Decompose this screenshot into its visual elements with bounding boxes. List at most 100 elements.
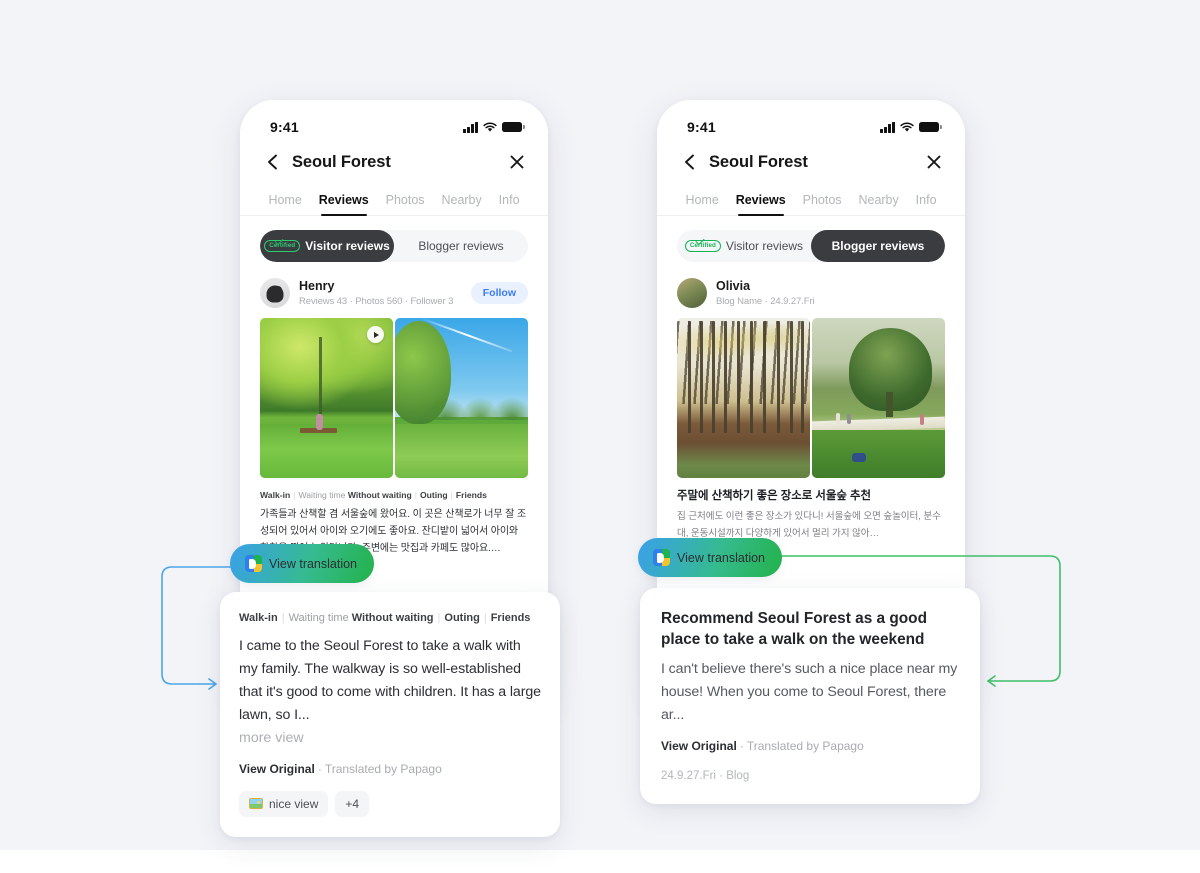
- page-stage: 9:41 Seoul Forest Home Reviews Photos Ne…: [0, 0, 1200, 873]
- reviewer-meta: Henry Reviews 43 · Photos 560 · Follower…: [299, 279, 462, 308]
- tab-bar: Home Reviews Photos Nearby Info: [240, 182, 548, 216]
- more-view-link[interactable]: more view: [239, 727, 541, 750]
- status-time: 9:41: [687, 119, 716, 135]
- battery-full-icon: [919, 121, 942, 133]
- tab-nearby[interactable]: Nearby: [850, 193, 907, 215]
- review-tags: nice view +4: [239, 790, 541, 817]
- reviewer-row: Henry Reviews 43 · Photos 560 · Follower…: [240, 262, 548, 318]
- segment-blogger-reviews[interactable]: Blogger reviews: [394, 230, 528, 262]
- translated-review-card-right: Recommend Seoul Forest as a good place t…: [640, 588, 980, 804]
- translated-blog-title: Recommend Seoul Forest as a good place t…: [661, 610, 927, 649]
- blog-title-korean: 주말에 산책하기 좋은 장소로 서울숲 추천: [677, 490, 871, 502]
- avatar[interactable]: [260, 278, 290, 308]
- big-tree-lawn-photo[interactable]: [812, 318, 945, 478]
- tab-nearby[interactable]: Nearby: [433, 193, 490, 215]
- translation-footer: View Original · Translated by Papago: [239, 762, 541, 776]
- keyword-outing: Outing: [419, 490, 448, 500]
- cellular-bars-icon: [463, 121, 478, 133]
- segmented-control: Certified Visitor reviews Blogger review…: [260, 230, 528, 262]
- keyword-outing: Outing: [444, 612, 480, 624]
- status-time: 9:41: [270, 119, 299, 135]
- reviewer-name: Olivia: [716, 278, 751, 293]
- willow-park-photo[interactable]: [260, 318, 393, 478]
- tab-home[interactable]: Home: [677, 193, 727, 215]
- tab-photos[interactable]: Photos: [794, 193, 850, 215]
- certified-badge-icon: Certified: [684, 240, 721, 252]
- connector-arrowhead-left: [208, 678, 217, 690]
- close-icon[interactable]: [508, 153, 526, 171]
- view-translation-button-left[interactable]: View translation: [230, 544, 374, 583]
- page-title: Seoul Forest: [709, 152, 808, 171]
- translated-by-label: Translated by Papago: [746, 738, 864, 753]
- bottom-white-strip: [0, 850, 1200, 873]
- view-translation-label: View translation: [677, 550, 766, 565]
- tab-home[interactable]: Home: [260, 193, 310, 215]
- translated-keywords: Walk-in | Waiting time Without waiting | Out…: [239, 612, 531, 624]
- tag-more-count[interactable]: +4: [335, 790, 370, 817]
- segmented-control: Certified Visitor reviews Blogger review…: [677, 230, 945, 262]
- segmented-control-wrap: Certified Visitor reviews Blogger review…: [240, 216, 548, 262]
- footer-separator: ·: [739, 738, 744, 753]
- segment-visitor-reviews[interactable]: Certified Visitor reviews: [260, 230, 394, 262]
- review-keywords: Walk-in | Waiting time Without waiting | Out…: [260, 490, 487, 500]
- view-original-link[interactable]: View Original: [661, 739, 737, 753]
- segment-blogger-label: Blogger reviews: [418, 239, 504, 253]
- segment-blogger-label: Blogger reviews: [831, 239, 925, 253]
- follow-button[interactable]: Follow: [470, 282, 528, 304]
- wifi-icon: [900, 122, 914, 132]
- tab-info[interactable]: Info: [907, 193, 945, 215]
- papago-translate-icon: [245, 555, 262, 572]
- cellular-bars-icon: [880, 121, 895, 133]
- landscape-emoji-icon: [249, 798, 263, 809]
- segmented-control-wrap: Certified Visitor reviews Blogger review…: [657, 216, 965, 262]
- translated-review-text: I came to the Seoul Forest to take a wal…: [239, 637, 541, 723]
- blog-date-meta: 24.9.27.Fri · Blog: [661, 769, 750, 782]
- view-original-link[interactable]: View Original: [239, 762, 315, 776]
- translation-footer: View Original · Translated by Papago: [661, 739, 959, 753]
- tab-info[interactable]: Info: [490, 193, 528, 215]
- status-icons: [880, 121, 942, 133]
- footer-separator: ·: [317, 761, 322, 776]
- tab-reviews[interactable]: Reviews: [727, 193, 794, 215]
- close-icon[interactable]: [925, 153, 943, 171]
- certified-badge-icon: Certified: [264, 240, 301, 252]
- status-bar: 9:41: [240, 100, 548, 142]
- segment-blogger-reviews[interactable]: Blogger reviews: [811, 230, 945, 262]
- papago-translate-icon: [653, 549, 670, 566]
- blue-sky-lawn-photo[interactable]: [395, 318, 528, 478]
- connector-arrowhead-right: [987, 675, 996, 687]
- status-icons: [463, 121, 525, 133]
- status-bar: 9:41: [657, 100, 965, 142]
- view-translation-button-right[interactable]: View translation: [638, 538, 782, 577]
- tab-reviews[interactable]: Reviews: [310, 193, 377, 215]
- chevron-left-icon[interactable]: [681, 153, 699, 171]
- battery-full-icon: [502, 121, 525, 133]
- reviewer-blog-meta: Blog Name · 24.9.27.Fri: [716, 296, 815, 308]
- translated-blog-excerpt: I can't believe there's such a nice plac…: [661, 660, 958, 723]
- segment-visitor-label: Visitor reviews: [305, 239, 390, 253]
- reviewer-meta: Olivia Blog Name · 24.9.27.Fri: [716, 279, 945, 308]
- chevron-left-icon[interactable]: [264, 153, 282, 171]
- reviewer-name: Henry: [299, 278, 335, 293]
- tag-nice-view[interactable]: nice view: [239, 790, 329, 817]
- tab-photos[interactable]: Photos: [377, 193, 433, 215]
- segment-visitor-label: Visitor reviews: [725, 239, 804, 253]
- connector-layer: [161, 555, 1061, 690]
- review-photos: [240, 318, 548, 478]
- keyword-friends: Friends: [455, 490, 487, 500]
- translated-review-card-left: Walk-in | Waiting time Without waiting | Out…: [220, 592, 560, 837]
- keyword-walk-in: Walk-in: [260, 490, 291, 500]
- keyword-friends: Friends: [490, 612, 531, 624]
- keyword-walk-in: Walk-in: [239, 612, 278, 624]
- segment-visitor-reviews[interactable]: Certified Visitor reviews: [677, 230, 811, 262]
- avatar[interactable]: [677, 278, 707, 308]
- tag-label: nice view: [269, 796, 319, 811]
- play-icon[interactable]: [367, 326, 384, 343]
- page-title: Seoul Forest: [292, 152, 391, 171]
- keyword-without-waiting: Without waiting: [351, 612, 434, 624]
- keyword-waiting-time: Waiting time: [298, 490, 346, 500]
- reviewer-row: Olivia Blog Name · 24.9.27.Fri: [657, 262, 965, 318]
- autumn-forest-photo[interactable]: [677, 318, 810, 478]
- keyword-without-waiting: Without waiting: [347, 490, 412, 500]
- wifi-icon: [483, 122, 497, 132]
